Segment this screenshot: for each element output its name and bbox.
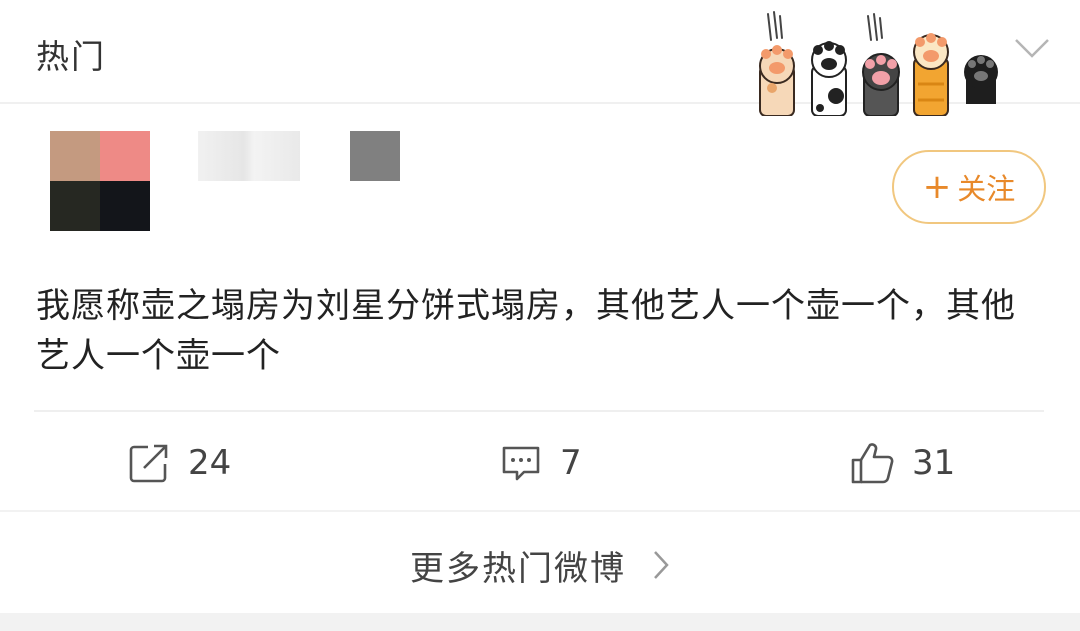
comment-button[interactable]: 7: [500, 440, 582, 486]
chevron-right-icon: [654, 551, 669, 579]
more-hot-weibo-link[interactable]: 更多热门微博: [0, 540, 1080, 590]
avatar-pixel: [50, 181, 100, 231]
like-count: 31: [912, 443, 956, 483]
paw-decoration-icon: [759, 11, 998, 116]
like-button[interactable]: 31: [850, 440, 955, 486]
section-title: 热门: [36, 37, 106, 76]
follow-label: 关注: [957, 172, 1016, 206]
repost-button[interactable]: 24: [128, 440, 231, 486]
avatar[interactable]: [50, 131, 150, 231]
comment-count: 7: [560, 443, 582, 483]
avatar-pixel: [100, 181, 150, 231]
comment-icon: [502, 446, 540, 481]
like-icon: [851, 443, 894, 484]
follow-button[interactable]: + 关注: [892, 150, 1046, 224]
divider: [34, 410, 1044, 412]
repost-count: 24: [188, 443, 232, 483]
post-text: 我愿称壶之塌房为刘星分饼式塌房，其他艺人一个壶一个，其他艺人一个壶一个: [36, 286, 1016, 376]
plus-icon: +: [922, 167, 952, 207]
divider: [0, 510, 1080, 512]
repost-icon: [129, 444, 168, 483]
username-blurred[interactable]: [198, 131, 300, 181]
more-hot-weibo-label: 更多热门微博: [410, 548, 626, 589]
chevron-down-icon[interactable]: [1012, 36, 1052, 60]
user-badge-blurred: [350, 131, 400, 181]
hot-weibo-card: 热门 + 关注 我愿称壶之塌房为刘星分饼式塌房，其他艺人一个壶一个，其他艺人一个…: [0, 0, 1080, 613]
avatar-pixel: [100, 131, 150, 181]
section-header: 热门: [0, 0, 1080, 116]
avatar-pixel: [50, 131, 100, 181]
